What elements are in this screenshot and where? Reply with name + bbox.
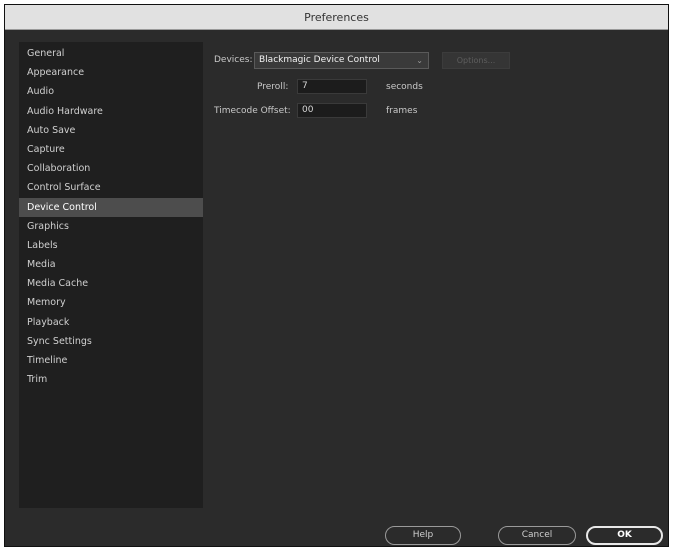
sidebar-item-audio[interactable]: Audio	[19, 82, 203, 101]
window-title: Preferences	[304, 10, 369, 24]
sidebar-item-capture[interactable]: Capture	[19, 140, 203, 159]
help-button[interactable]: Help	[385, 526, 461, 545]
sidebar-item-media[interactable]: Media	[19, 255, 203, 274]
devices-dropdown[interactable]: Blackmagic Device Control ⌄	[254, 52, 429, 69]
sidebar-item-graphics[interactable]: Graphics	[19, 217, 203, 236]
devices-label: Devices:	[214, 55, 253, 65]
options-button[interactable]: Options...	[442, 52, 510, 69]
sidebar-item-sync-settings[interactable]: Sync Settings	[19, 332, 203, 351]
devices-dropdown-value: Blackmagic Device Control	[259, 55, 380, 65]
sidebar-item-general[interactable]: General	[19, 44, 203, 63]
sidebar-item-labels[interactable]: Labels	[19, 236, 203, 255]
timecode-offset-label: Timecode Offset:	[214, 106, 291, 116]
cancel-button[interactable]: Cancel	[498, 526, 576, 545]
sidebar-item-trim[interactable]: Trim	[19, 370, 203, 389]
preroll-label: Preroll:	[257, 82, 289, 92]
preroll-unit: seconds	[386, 82, 423, 92]
preroll-input[interactable]: 7	[297, 79, 367, 94]
sidebar-item-timeline[interactable]: Timeline	[19, 351, 203, 370]
sidebar-item-auto-save[interactable]: Auto Save	[19, 121, 203, 140]
sidebar-item-appearance[interactable]: Appearance	[19, 63, 203, 82]
sidebar-item-audio-hardware[interactable]: Audio Hardware	[19, 102, 203, 121]
title-bar: Preferences	[5, 5, 668, 30]
sidebar-item-control-surface[interactable]: Control Surface	[19, 178, 203, 197]
preferences-dialog: Preferences General Appearance Audio Aud…	[4, 4, 669, 547]
sidebar-item-media-cache[interactable]: Media Cache	[19, 274, 203, 293]
sidebar-item-playback[interactable]: Playback	[19, 313, 203, 332]
preferences-sidebar: General Appearance Audio Audio Hardware …	[19, 42, 203, 508]
ok-button[interactable]: OK	[586, 526, 663, 545]
sidebar-item-device-control[interactable]: Device Control	[19, 197, 203, 217]
chevron-down-icon: ⌄	[416, 56, 423, 65]
timecode-offset-input[interactable]: 00	[297, 103, 367, 118]
sidebar-item-collaboration[interactable]: Collaboration	[19, 159, 203, 178]
timecode-offset-unit: frames	[386, 106, 418, 116]
sidebar-item-memory[interactable]: Memory	[19, 293, 203, 312]
